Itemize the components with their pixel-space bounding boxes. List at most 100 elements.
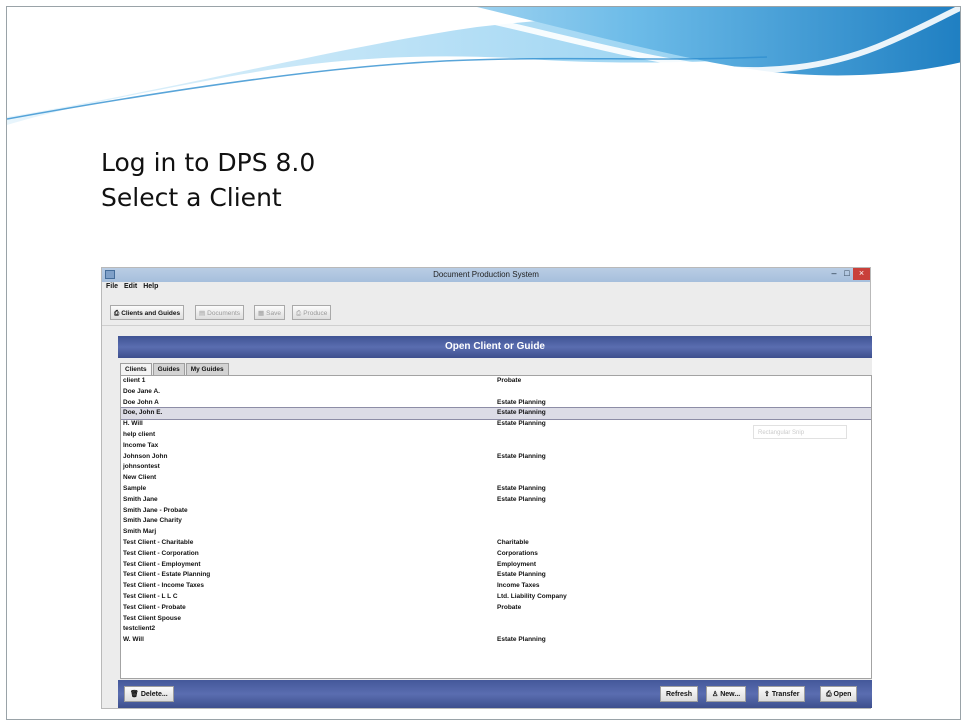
client-guide-type: Estate Planning bbox=[497, 452, 546, 460]
client-name: testclient2 bbox=[123, 625, 156, 633]
client-row[interactable]: client 1 Probate bbox=[121, 376, 871, 387]
transfer-icon: ⇪ bbox=[764, 691, 772, 698]
client-row[interactable]: W. Will Estate Planning bbox=[121, 635, 871, 646]
client-name: Test Client - Probate bbox=[123, 603, 186, 611]
delete-button[interactable]: 🗑 Delete... bbox=[124, 686, 174, 702]
client-name: Sample bbox=[123, 484, 147, 492]
slide-title-line-2: Select a Client bbox=[101, 183, 282, 212]
client-row[interactable]: Johnson John Estate Planning bbox=[121, 452, 871, 463]
clients-and-guides-button[interactable]: ⎙ Clients and Guides bbox=[110, 305, 185, 320]
client-name: Income Tax bbox=[123, 441, 159, 449]
client-name: Test Client - Charitable bbox=[123, 538, 194, 546]
client-row[interactable]: Test Client - Employment Employment bbox=[121, 560, 871, 571]
maximize-button[interactable]: □ bbox=[841, 268, 853, 280]
new-client-icon: ♙ bbox=[712, 691, 721, 698]
save-icon: ▦ bbox=[258, 310, 265, 317]
client-row[interactable]: Test Client Spouse bbox=[121, 614, 871, 625]
open-icon: ⎙ bbox=[826, 691, 834, 698]
slide-title-line-1: Log in to DPS 8.0 bbox=[101, 148, 316, 177]
slide-title: Log in to DPS 8.0 Select a Client bbox=[101, 145, 315, 215]
client-row[interactable]: Sample Estate Planning bbox=[121, 484, 871, 495]
window-titlebar[interactable]: Document Production System – □ × bbox=[102, 268, 870, 282]
slide: Log in to DPS 8.0 Select a Client Docume… bbox=[6, 6, 961, 720]
documents-icon: ▤ bbox=[199, 310, 206, 317]
refresh-button[interactable]: Refresh bbox=[660, 686, 699, 702]
client-row[interactable]: Test Client - Charitable Charitable bbox=[121, 538, 871, 549]
save-button[interactable]: ▦ Save bbox=[254, 305, 285, 320]
toolbar: ⎙ Clients and Guides ▤ Documents ▦ Save ⎙ Pr… bbox=[102, 295, 870, 326]
produce-label: Produce bbox=[303, 310, 328, 317]
client-guide-type: Probate bbox=[497, 377, 522, 384]
clients-and-guides-label: Clients and Guides bbox=[121, 310, 181, 317]
client-row[interactable]: Test Client - Estate Planning Estate Plan… bbox=[121, 570, 871, 581]
transfer-button[interactable]: ⇪ Transfer bbox=[758, 686, 806, 702]
tab-clients[interactable]: Clients bbox=[120, 363, 152, 375]
client-guide-type: Estate Planning bbox=[497, 409, 546, 417]
client-name: johnsontest bbox=[123, 463, 160, 471]
rectangular-snip-button[interactable]: Rectangular Snip bbox=[753, 425, 847, 439]
produce-icon: ⎙ bbox=[296, 310, 302, 317]
client-guide-type: Estate Planning bbox=[497, 636, 546, 644]
client-name: Smith Marj bbox=[123, 528, 157, 536]
window-title: Document Production System bbox=[433, 270, 539, 279]
client-row[interactable]: New Client bbox=[121, 473, 871, 484]
client-guide-type: Estate Planning bbox=[497, 495, 546, 503]
client-row[interactable]: Test Client - Probate Probate bbox=[121, 603, 871, 614]
client-name: W. Will bbox=[123, 636, 144, 644]
client-row[interactable]: Doe John A Estate Planning bbox=[121, 398, 871, 409]
dps-window: Document Production System – □ × File Ed… bbox=[101, 267, 872, 709]
client-guide-type: Corporations bbox=[497, 549, 538, 557]
panel-title: Open Client or Guide bbox=[118, 336, 872, 358]
client-row[interactable]: testclient2 bbox=[121, 624, 871, 635]
transfer-label: Transfer bbox=[771, 691, 800, 698]
open-client-panel: Open Client or Guide Clients Guides My Gui… bbox=[118, 336, 872, 708]
client-name: Doe, John E. bbox=[123, 409, 163, 417]
client-guide-type: Probate bbox=[497, 603, 522, 611]
client-row[interactable]: johnsontest bbox=[121, 462, 871, 473]
client-row[interactable]: Doe Jane A. bbox=[121, 387, 871, 398]
documents-button[interactable]: ▤ Documents bbox=[195, 305, 245, 320]
client-row[interactable]: Smith Jane - Probate bbox=[121, 506, 871, 517]
client-guide-type: Estate Planning bbox=[497, 571, 546, 579]
new-label: New... bbox=[720, 691, 741, 698]
client-name: H. Will bbox=[123, 420, 143, 428]
client-guide-type: Estate Planning bbox=[497, 398, 546, 406]
produce-button[interactable]: ⎙ Produce bbox=[292, 305, 332, 320]
open-button[interactable]: ⎙ Open bbox=[820, 686, 858, 702]
client-name: Smith Jane - Probate bbox=[123, 506, 188, 514]
open-label: Open bbox=[833, 691, 852, 698]
client-row[interactable]: Income Tax bbox=[121, 441, 871, 452]
tab-my-guides[interactable]: My Guides bbox=[185, 363, 229, 375]
menu-file[interactable]: File bbox=[106, 283, 118, 290]
new-button[interactable]: ♙ New... bbox=[706, 686, 747, 702]
close-button[interactable]: × bbox=[853, 268, 870, 280]
client-row[interactable]: Test Client - L L C Ltd. Liability Compan… bbox=[121, 592, 871, 603]
tab-guides[interactable]: Guides bbox=[152, 363, 185, 375]
action-bar: 🗑 Delete... Refresh ♙ New... ⇪ Transfer … bbox=[118, 680, 872, 708]
client-row[interactable]: Test Client - Corporation Corporations bbox=[121, 549, 871, 560]
menu-help[interactable]: Help bbox=[143, 283, 158, 290]
client-name: Test Client - Employment bbox=[123, 560, 201, 568]
minimize-button[interactable]: – bbox=[828, 268, 840, 280]
client-name: Test Client - Estate Planning bbox=[123, 571, 211, 579]
client-name: Test Client Spouse bbox=[123, 614, 182, 622]
client-name: help client bbox=[123, 430, 156, 438]
client-row[interactable]: Smith Jane Charity bbox=[121, 516, 871, 527]
client-row[interactable]: Smith Marj bbox=[121, 527, 871, 538]
client-guide-type: Charitable bbox=[497, 538, 529, 546]
client-name: Test Client - L L C bbox=[123, 592, 178, 600]
client-guide-type: Estate Planning bbox=[497, 484, 546, 492]
client-row[interactable]: Smith Jane Estate Planning bbox=[121, 495, 871, 506]
client-name: Johnson John bbox=[123, 452, 168, 460]
client-name: Doe Jane A. bbox=[123, 387, 160, 395]
client-row[interactable]: Test Client - Income Taxes Income Taxes bbox=[121, 581, 871, 592]
client-name: New Client bbox=[123, 474, 157, 482]
client-row[interactable]: Doe, John E. Estate Planning bbox=[121, 407, 871, 421]
client-list[interactable]: client 1 Probate Doe Jane A. Doe John A Esta… bbox=[120, 375, 872, 679]
delete-label: Delete... bbox=[140, 691, 168, 698]
client-name: Doe John A bbox=[123, 398, 159, 406]
menu-edit[interactable]: Edit bbox=[124, 283, 137, 290]
client-guide-type: Income Taxes bbox=[497, 582, 540, 590]
slide-banner bbox=[7, 7, 960, 125]
client-guide-type: Ltd. Liability Company bbox=[497, 592, 567, 600]
